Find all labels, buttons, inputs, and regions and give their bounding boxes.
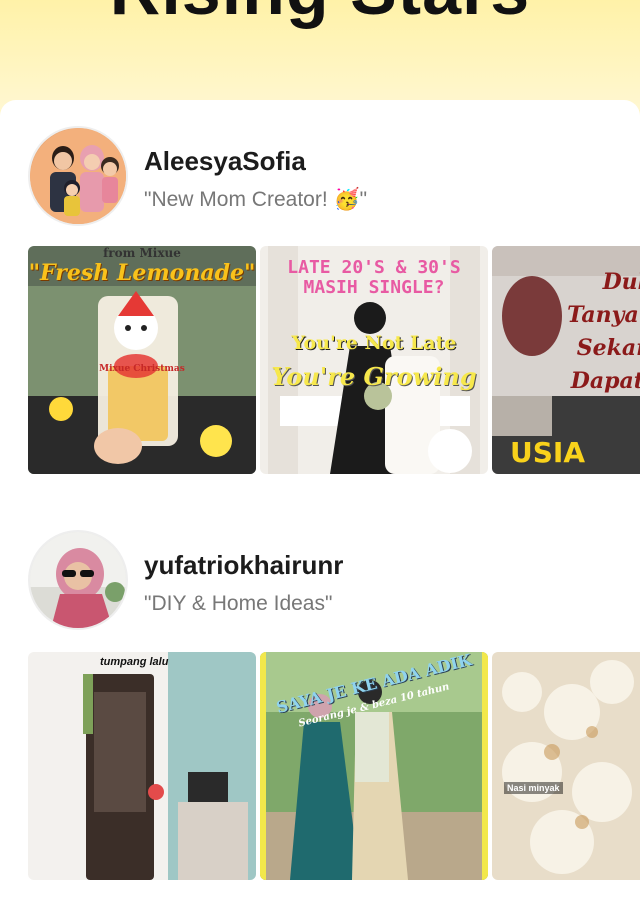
creator-avatar[interactable] <box>28 126 128 226</box>
post-thumbnail[interactable]: LATE 20'S & 30'S MASIH SINGLE? You're No… <box>260 246 488 474</box>
thumbnail-subtitle: You're Growing <box>271 362 477 391</box>
creators-card: AleesyaSofia "New Mom Creator! 🥳" from M… <box>0 100 640 900</box>
post-thumbnail[interactable]: from Mixue "Fresh Lemonade" Mixue Christ… <box>28 246 256 474</box>
creator-bio: "New Mom Creator! 🥳" <box>144 188 368 211</box>
thumbnail-headline: LATE 20'S & 30'S MASIH SINGLE? <box>287 257 461 298</box>
thumbnail-line: Dapat J <box>570 368 640 394</box>
post-thumbnail[interactable]: Dulu Tanya F Sekara Dapat J USIA <box>492 246 640 474</box>
post-thumbnail-strip[interactable]: tumpang lalu SAYA JE KE ADA ADIK Seorang… <box>28 652 640 880</box>
thumbnail-line: Dulu <box>602 269 640 295</box>
rising-stars-banner: Rising Stars <box>0 0 640 110</box>
post-thumbnail-strip[interactable]: from Mixue "Fresh Lemonade" Mixue Christ… <box>28 246 640 474</box>
creator-bio: "DIY & Home Ideas" <box>144 592 333 615</box>
post-thumbnail[interactable]: SAYA JE KE ADA ADIK Seorang je & beza 10… <box>260 652 488 880</box>
post-thumbnail[interactable]: Nasi minyak <box>492 652 640 880</box>
creator-avatar[interactable] <box>28 530 128 630</box>
creator-username[interactable]: AleesyaSofia <box>144 146 306 177</box>
cup-label: Mixue Christmas <box>99 364 185 374</box>
post-thumbnail[interactable]: tumpang lalu <box>28 652 256 880</box>
thumbnail-headline: "Fresh Lemonade" <box>28 260 256 286</box>
thumbnail-caption: from Mixue <box>103 246 181 260</box>
creator-username[interactable]: yufatriokhairunr <box>144 550 343 581</box>
thumbnail-subtitle: You're Not Late <box>291 332 457 354</box>
thumbnail-label: USIA <box>510 436 585 469</box>
banner-title: Rising Stars <box>0 0 640 30</box>
thumbnail-tag: tumpang lalu <box>100 656 169 668</box>
thumbnail-tag: Nasi minyak <box>504 782 563 794</box>
thumbnail-line: Tanya F <box>567 302 640 328</box>
thumbnail-line: Sekara <box>576 335 640 361</box>
